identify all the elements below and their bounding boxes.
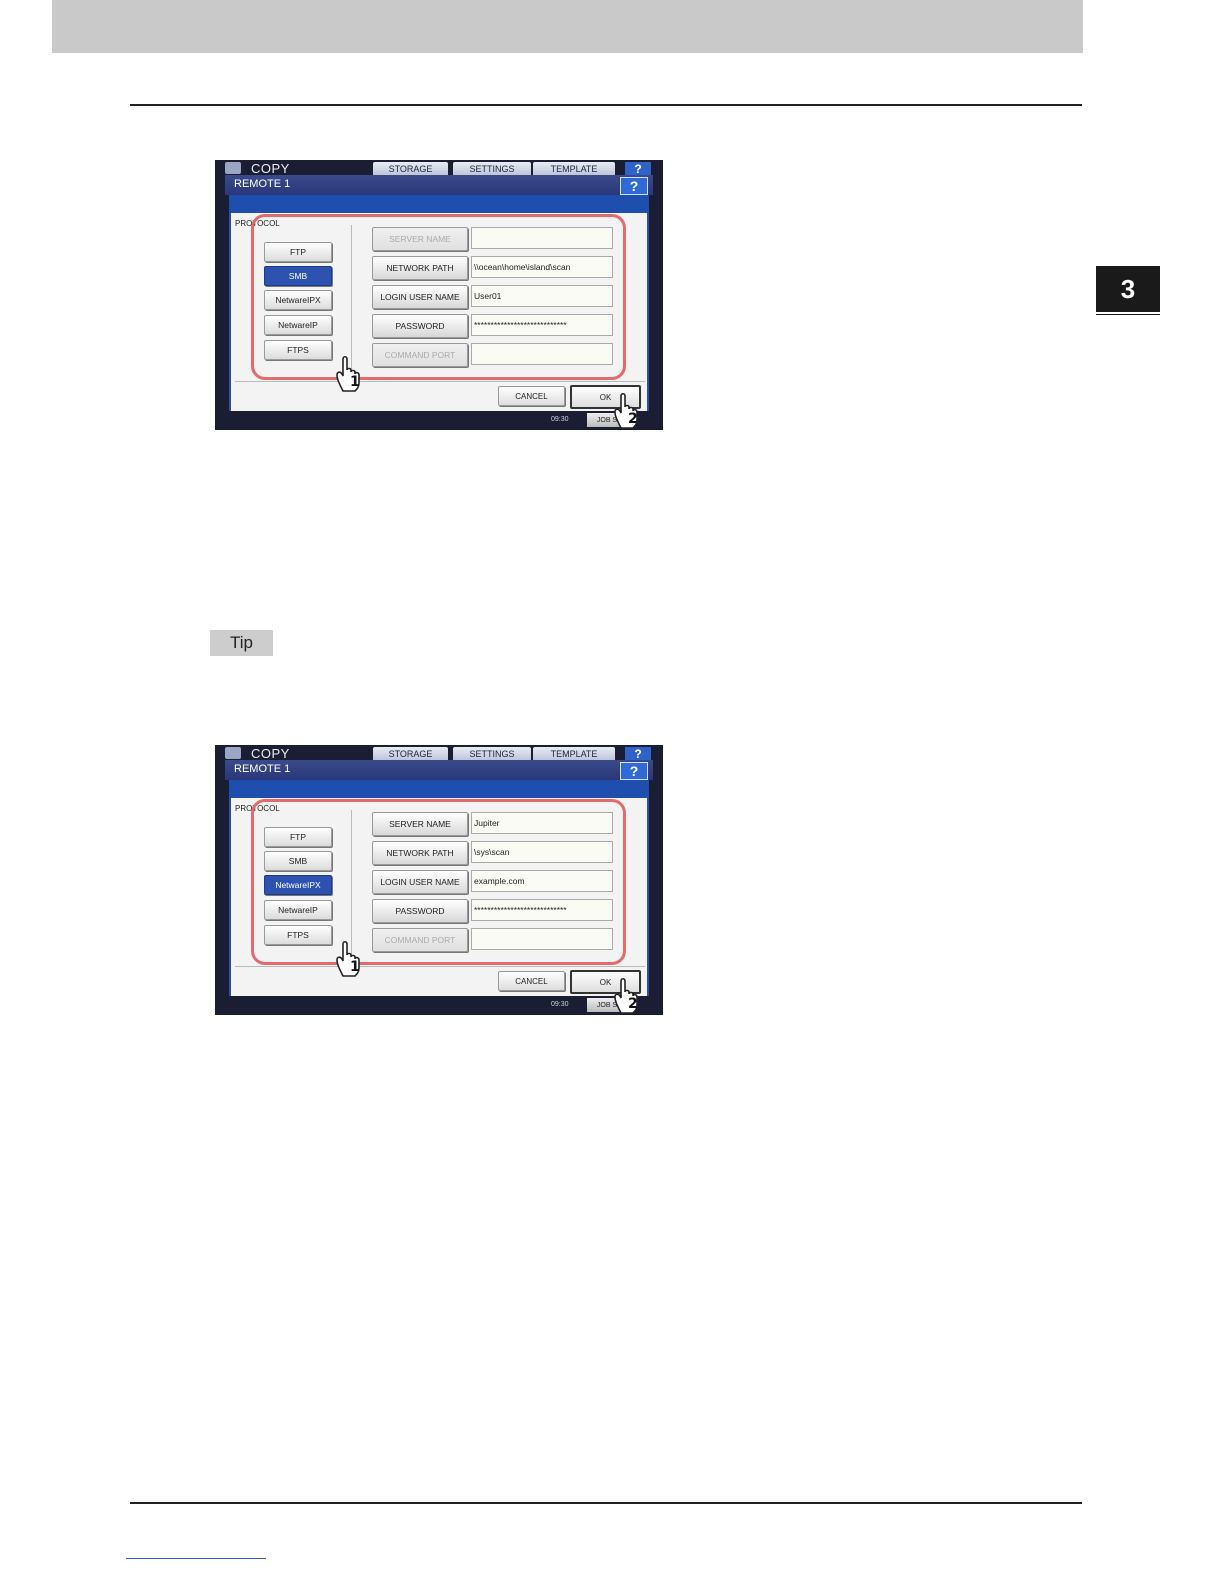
tab-settings[interactable]: SETTINGS: [453, 162, 531, 176]
top-rule: [130, 104, 1082, 106]
tab-storage[interactable]: STORAGE: [373, 747, 448, 761]
dialog-title: REMOTE 1: [234, 763, 291, 775]
help-icon[interactable]: ?: [625, 747, 651, 761]
remote-settings-screenshot: COPY STORAGE SETTINGS TEMPLATE? REMOTE 1? PRO…: [215, 745, 663, 1015]
dialog-header-band: [229, 780, 649, 798]
bottom-rule: [130, 1502, 1082, 1504]
chapter-tab-underline: [1096, 314, 1160, 315]
dialog-title-bar: REMOTE 1: [225, 175, 653, 195]
copy-icon: [225, 747, 241, 759]
highlight-outline: [251, 799, 626, 965]
svg-text:1: 1: [350, 374, 360, 390]
footer-link-underline[interactable]: [126, 1558, 266, 1559]
svg-text:2: 2: [628, 996, 638, 1012]
hand-pointer-icon: 1: [333, 938, 367, 983]
hand-pointer-icon: 1: [333, 353, 367, 398]
hand-pointer-icon: 2: [611, 390, 645, 430]
horizontal-divider: [235, 381, 645, 382]
app-title: COPY: [251, 746, 290, 761]
tab-template[interactable]: TEMPLATE: [533, 747, 615, 761]
cancel-button[interactable]: CANCEL: [498, 971, 565, 991]
remote-settings-screenshot: COPY STORAGE SETTINGS TEMPLATE? REMOTE 1? PRO…: [215, 160, 663, 430]
tip-label: Tip: [210, 630, 273, 656]
tab-settings[interactable]: SETTINGS: [453, 747, 531, 761]
cancel-button[interactable]: CANCEL: [498, 386, 565, 406]
help-icon[interactable]: ?: [625, 162, 651, 176]
horizontal-divider: [235, 966, 645, 967]
clock: 09:30: [551, 1001, 569, 1008]
clock: 09:30: [551, 416, 569, 423]
tab-template[interactable]: TEMPLATE: [533, 162, 615, 176]
tab-storage[interactable]: STORAGE: [373, 162, 448, 176]
dialog-title-bar: REMOTE 1: [225, 760, 653, 780]
highlight-outline: [251, 214, 626, 380]
chapter-tab[interactable]: 3: [1096, 266, 1160, 312]
app-title: COPY: [251, 161, 290, 176]
svg-text:2: 2: [628, 411, 638, 427]
dialog-title: REMOTE 1: [234, 178, 291, 190]
dialog-help-icon[interactable]: ?: [620, 177, 648, 195]
header-band: [52, 0, 1083, 53]
copy-icon: [225, 162, 241, 174]
hand-pointer-icon: 2: [611, 975, 645, 1015]
dialog-help-icon[interactable]: ?: [620, 762, 648, 780]
svg-text:1: 1: [350, 959, 360, 975]
dialog-header-band: [229, 195, 649, 213]
